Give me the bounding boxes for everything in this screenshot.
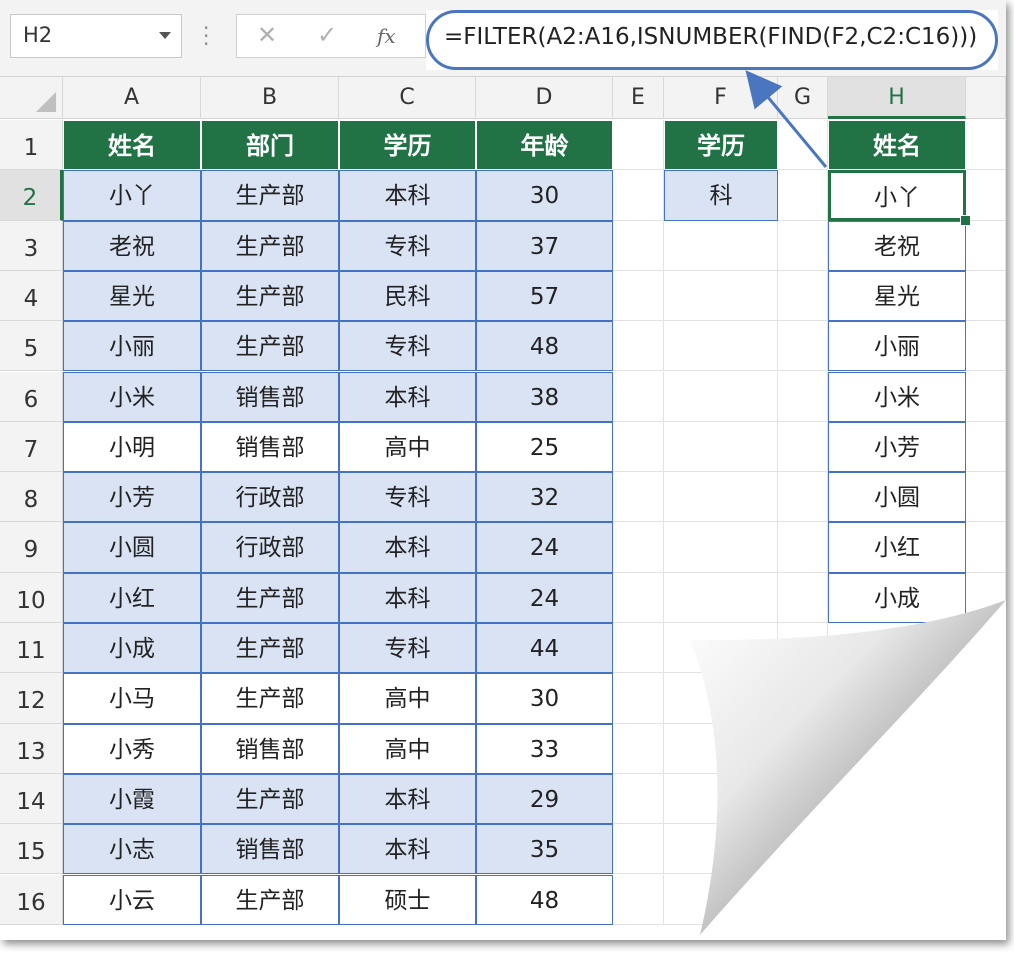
spreadsheet-window: H2 · · · ✕ ✓ fx =FILTER(A2:A16,ISNUMBER(FI… <box>0 0 1006 940</box>
page-curl-effect <box>690 600 1006 940</box>
